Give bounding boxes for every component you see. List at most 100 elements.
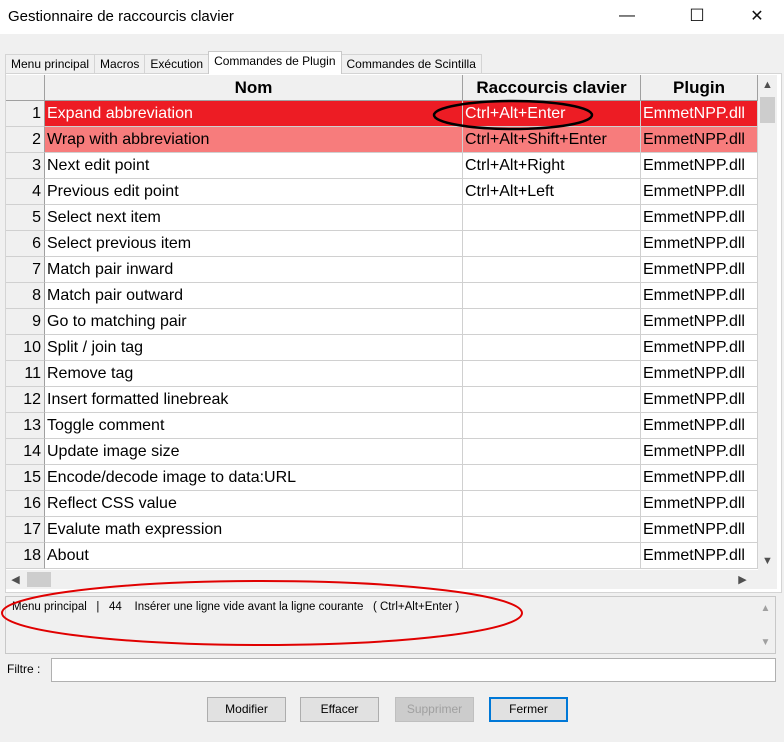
- cell-plugin[interactable]: EmmetNPP.dll: [641, 257, 758, 283]
- cell-plugin[interactable]: EmmetNPP.dll: [641, 283, 758, 309]
- table-row[interactable]: 2 Wrap with abbreviation Ctrl+Alt+Shift+En…: [6, 127, 758, 153]
- tab-0[interactable]: Menu principal: [5, 54, 96, 74]
- row-number[interactable]: 12: [6, 387, 45, 413]
- row-number[interactable]: 4: [6, 179, 45, 205]
- close-window-button[interactable]: ✕: [734, 0, 780, 32]
- scroll-down-icon[interactable]: ▼: [758, 551, 777, 570]
- row-number[interactable]: 6: [6, 231, 45, 257]
- table-row[interactable]: 12 Insert formatted linebreak EmmetNPP.dll: [6, 387, 758, 413]
- table-row[interactable]: 11 Remove tag EmmetNPP.dll: [6, 361, 758, 387]
- scroll-up-icon[interactable]: ▲: [758, 75, 777, 94]
- cell-name[interactable]: Encode/decode image to data:URL: [45, 465, 463, 491]
- cell-plugin[interactable]: EmmetNPP.dll: [641, 387, 758, 413]
- row-number[interactable]: 10: [6, 335, 45, 361]
- cell-shortcut[interactable]: [463, 517, 641, 543]
- table-row[interactable]: 6 Select previous item EmmetNPP.dll: [6, 231, 758, 257]
- cell-name[interactable]: Select previous item: [45, 231, 463, 257]
- cell-plugin[interactable]: EmmetNPP.dll: [641, 491, 758, 517]
- cell-shortcut[interactable]: [463, 283, 641, 309]
- cell-plugin[interactable]: EmmetNPP.dll: [641, 335, 758, 361]
- table-row[interactable]: 7 Match pair inward EmmetNPP.dll: [6, 257, 758, 283]
- table-row[interactable]: 18 About EmmetNPP.dll: [6, 543, 758, 569]
- row-number[interactable]: 16: [6, 491, 45, 517]
- row-number[interactable]: 1: [6, 101, 45, 127]
- cell-shortcut[interactable]: [463, 231, 641, 257]
- table-row[interactable]: 8 Match pair outward EmmetNPP.dll: [6, 283, 758, 309]
- row-number[interactable]: 11: [6, 361, 45, 387]
- row-number[interactable]: 14: [6, 439, 45, 465]
- minimize-button[interactable]: —: [604, 0, 650, 32]
- cell-name[interactable]: Match pair outward: [45, 283, 463, 309]
- cell-name[interactable]: Reflect CSS value: [45, 491, 463, 517]
- horizontal-scroll-thumb[interactable]: [27, 572, 51, 587]
- delete-button[interactable]: Supprimer: [395, 697, 474, 722]
- cell-name[interactable]: Go to matching pair: [45, 309, 463, 335]
- cell-shortcut[interactable]: Ctrl+Alt+Enter: [463, 101, 641, 127]
- table-row[interactable]: 14 Update image size EmmetNPP.dll: [6, 439, 758, 465]
- cell-name[interactable]: Previous edit point: [45, 179, 463, 205]
- table-row[interactable]: 3 Next edit point Ctrl+Alt+Right EmmetNPP.d…: [6, 153, 758, 179]
- cell-shortcut[interactable]: [463, 205, 641, 231]
- info-scroll-up-icon[interactable]: ▲: [756, 599, 775, 618]
- table-row[interactable]: 9 Go to matching pair EmmetNPP.dll: [6, 309, 758, 335]
- row-number[interactable]: 18: [6, 543, 45, 569]
- cell-plugin[interactable]: EmmetNPP.dll: [641, 517, 758, 543]
- clear-button[interactable]: Effacer: [300, 697, 379, 722]
- cell-shortcut[interactable]: [463, 335, 641, 361]
- cell-name[interactable]: Split / join tag: [45, 335, 463, 361]
- filter-input[interactable]: [51, 658, 776, 682]
- cell-name[interactable]: About: [45, 543, 463, 569]
- cell-plugin[interactable]: EmmetNPP.dll: [641, 101, 758, 127]
- cell-shortcut[interactable]: [463, 387, 641, 413]
- cell-name[interactable]: Select next item: [45, 205, 463, 231]
- cell-name[interactable]: Wrap with abbreviation: [45, 127, 463, 153]
- tab-2[interactable]: Exécution: [144, 54, 210, 74]
- close-button[interactable]: Fermer: [489, 697, 568, 722]
- cell-shortcut[interactable]: [463, 309, 641, 335]
- table-row[interactable]: 5 Select next item EmmetNPP.dll: [6, 205, 758, 231]
- cell-shortcut[interactable]: [463, 361, 641, 387]
- cell-plugin[interactable]: EmmetNPP.dll: [641, 439, 758, 465]
- row-number[interactable]: 15: [6, 465, 45, 491]
- table-row[interactable]: 10 Split / join tag EmmetNPP.dll: [6, 335, 758, 361]
- cell-plugin[interactable]: EmmetNPP.dll: [641, 231, 758, 257]
- row-number[interactable]: 13: [6, 413, 45, 439]
- shortcut-grid[interactable]: Nom Raccourcis clavier Plugin 1 Expand ab…: [6, 75, 758, 570]
- cell-plugin[interactable]: EmmetNPP.dll: [641, 309, 758, 335]
- cell-name[interactable]: Toggle comment: [45, 413, 463, 439]
- cell-name[interactable]: Next edit point: [45, 153, 463, 179]
- row-number[interactable]: 9: [6, 309, 45, 335]
- cell-shortcut[interactable]: [463, 257, 641, 283]
- tab-4[interactable]: Commandes de Scintilla: [340, 54, 482, 74]
- info-scroll-down-icon[interactable]: ▼: [756, 633, 775, 652]
- row-number[interactable]: 8: [6, 283, 45, 309]
- vertical-scroll-thumb[interactable]: [760, 97, 775, 123]
- scroll-left-icon[interactable]: ◀: [6, 570, 25, 589]
- cell-plugin[interactable]: EmmetNPP.dll: [641, 205, 758, 231]
- column-header-name[interactable]: Nom: [45, 75, 463, 101]
- cell-shortcut[interactable]: Ctrl+Alt+Shift+Enter: [463, 127, 641, 153]
- row-number[interactable]: 17: [6, 517, 45, 543]
- column-header-shortcut[interactable]: Raccourcis clavier: [463, 75, 641, 101]
- cell-shortcut[interactable]: [463, 465, 641, 491]
- maximize-button[interactable]: ☐: [674, 0, 720, 32]
- cell-shortcut[interactable]: [463, 413, 641, 439]
- table-row[interactable]: 13 Toggle comment EmmetNPP.dll: [6, 413, 758, 439]
- cell-shortcut[interactable]: Ctrl+Alt+Right: [463, 153, 641, 179]
- row-number[interactable]: 5: [6, 205, 45, 231]
- row-number[interactable]: 2: [6, 127, 45, 153]
- table-row[interactable]: 16 Reflect CSS value EmmetNPP.dll: [6, 491, 758, 517]
- table-row[interactable]: 4 Previous edit point Ctrl+Alt+Left EmmetNP…: [6, 179, 758, 205]
- cell-plugin[interactable]: EmmetNPP.dll: [641, 413, 758, 439]
- horizontal-scrollbar[interactable]: ◀ ▶: [6, 570, 758, 589]
- tab-3[interactable]: Commandes de Plugin: [208, 51, 342, 74]
- cell-plugin[interactable]: EmmetNPP.dll: [641, 465, 758, 491]
- cell-name[interactable]: Remove tag: [45, 361, 463, 387]
- cell-shortcut[interactable]: [463, 491, 641, 517]
- cell-name[interactable]: Match pair inward: [45, 257, 463, 283]
- cell-shortcut[interactable]: [463, 543, 641, 569]
- cell-name[interactable]: Evalute math expression: [45, 517, 463, 543]
- scroll-right-icon[interactable]: ▶: [733, 570, 752, 589]
- cell-plugin[interactable]: EmmetNPP.dll: [641, 127, 758, 153]
- cell-shortcut[interactable]: Ctrl+Alt+Left: [463, 179, 641, 205]
